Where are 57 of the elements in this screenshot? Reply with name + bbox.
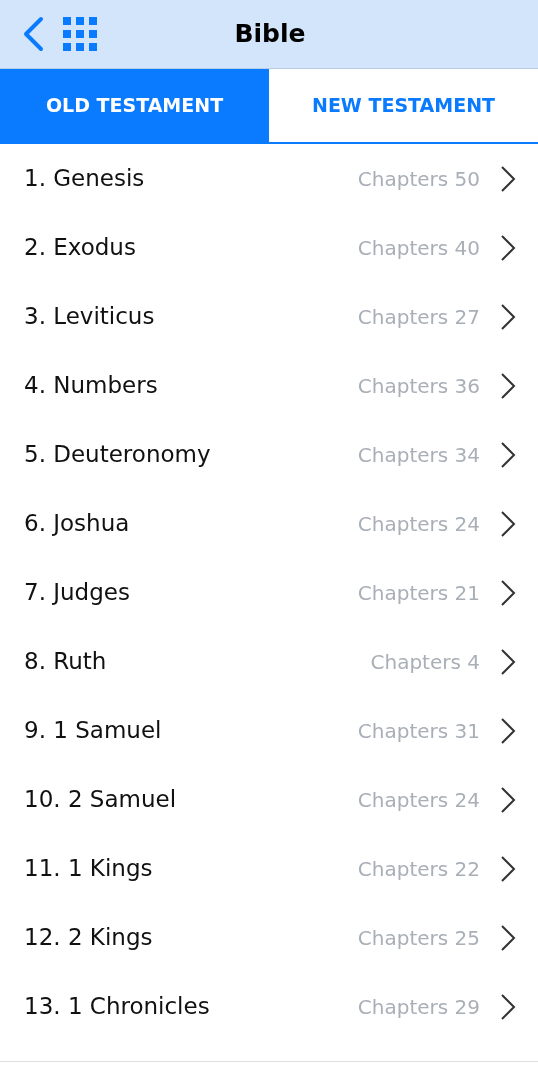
chevron-right-icon: [500, 164, 516, 193]
chevron-right-icon: [500, 578, 516, 607]
book-name: 4. Numbers: [24, 371, 159, 401]
chevron-right-icon: [500, 854, 516, 883]
chevron-right-icon: [500, 371, 516, 400]
book-name: 7. Judges: [24, 578, 131, 608]
book-row[interactable]: 6. Joshua Chapters 24: [0, 489, 538, 558]
book-row[interactable]: 12. 2 Kings Chapters 25: [0, 903, 538, 972]
back-icon: [22, 16, 44, 52]
book-row[interactable]: 9. 1 Samuel Chapters 31: [0, 696, 538, 765]
book-row[interactable]: 10. 2 Samuel Chapters 24: [0, 765, 538, 834]
book-name: 1. Genesis: [24, 164, 146, 194]
book-name: 6. Joshua: [24, 509, 131, 539]
book-row[interactable]: 13. 1 Chronicles Chapters 29: [0, 972, 538, 1041]
book-name: 10. 2 Samuel: [24, 785, 178, 815]
chapter-count: Chapters 24: [357, 510, 480, 538]
book-row[interactable]: 7. Judges Chapters 21: [0, 558, 538, 627]
chevron-right-icon: [500, 923, 516, 952]
chapter-count: Chapters 29: [357, 993, 480, 1021]
chevron-right-icon: [500, 440, 516, 469]
book-name: 12. 2 Kings: [24, 923, 154, 953]
book-name: 11. 1 Kings: [24, 854, 154, 884]
page-title: Bible: [233, 18, 307, 51]
chapter-count: Chapters 24: [357, 786, 480, 814]
chapter-count: Chapters 21: [357, 579, 480, 607]
grid-menu-button[interactable]: [62, 16, 98, 52]
grid-icon: [63, 17, 97, 51]
chapter-count: Chapters 25: [357, 924, 480, 952]
book-row[interactable]: 5. Deuteronomy Chapters 34: [0, 420, 538, 489]
book-row[interactable]: 8. Ruth Chapters 4: [0, 627, 538, 696]
chapter-count: Chapters 36: [357, 372, 480, 400]
chevron-right-icon: [500, 233, 516, 262]
book-row[interactable]: 4. Numbers Chapters 36: [0, 351, 538, 420]
chapter-count: Chapters 50: [357, 165, 480, 193]
chapter-count: Chapters 40: [357, 234, 480, 262]
chapter-count: Chapters 34: [357, 441, 480, 469]
book-row[interactable]: 3. Leviticus Chapters 27: [0, 282, 538, 351]
book-row[interactable]: 11. 1 Kings Chapters 22: [0, 834, 538, 903]
chevron-right-icon: [500, 785, 516, 814]
chevron-right-icon: [500, 647, 516, 676]
book-name: 3. Leviticus: [24, 302, 156, 332]
book-name: 5. Deuteronomy: [24, 440, 212, 470]
chapter-count: Chapters 31: [357, 717, 480, 745]
chapter-count: Chapters 22: [357, 855, 480, 883]
chevron-right-icon: [500, 716, 516, 745]
book-name: 8. Ruth: [24, 647, 108, 677]
testament-tab[interactable]: OLD TESTAMENT: [0, 69, 269, 142]
book-name: 13. 1 Chronicles: [24, 992, 211, 1022]
chapter-count: Chapters 4: [370, 648, 480, 676]
book-row[interactable]: 2. Exodus Chapters 40: [0, 213, 538, 282]
chapter-count: Chapters 27: [357, 303, 480, 331]
chevron-right-icon: [500, 992, 516, 1021]
book-row[interactable]: 1. Genesis Chapters 50: [0, 144, 538, 213]
chevron-right-icon: [500, 302, 516, 331]
book-name: 2. Exodus: [24, 233, 137, 263]
book-name: 9. 1 Samuel: [24, 716, 163, 746]
chevron-right-icon: [500, 509, 516, 538]
